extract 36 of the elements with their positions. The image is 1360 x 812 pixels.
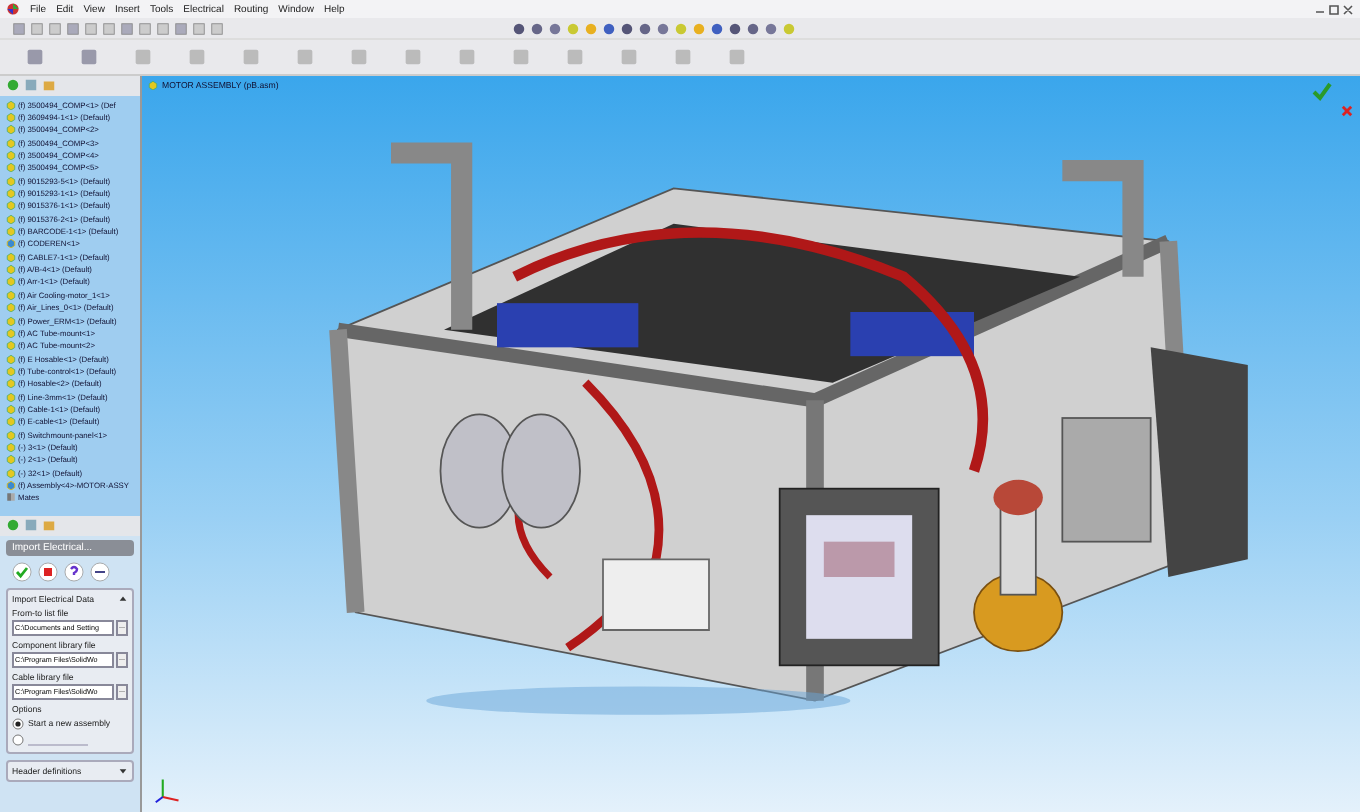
app-logo-icon [6,2,20,16]
help-icon[interactable] [64,562,84,582]
command-icon[interactable] [348,46,370,68]
axis-triad-icon [154,776,182,804]
radio-button[interactable] [12,717,24,729]
configuration-tab-icon[interactable] [42,78,56,92]
configuration-tab-icon[interactable] [42,518,56,532]
assembly-icon [148,80,158,90]
cancel-icon[interactable] [38,562,58,582]
command-icon[interactable] [24,46,46,68]
assembly-icon [6,238,16,249]
command-icon[interactable] [132,46,154,68]
window-controls-icon[interactable] [1314,3,1354,15]
confirm-check-icon[interactable] [1312,82,1332,102]
ok-icon[interactable] [12,562,32,582]
property-tab-icon[interactable] [24,78,38,92]
feature-tree-tab-icon[interactable] [6,518,20,532]
assembly-icon [6,479,16,490]
command-icon[interactable] [510,46,532,68]
command-icon[interactable] [186,46,208,68]
command-icon[interactable] [402,46,424,68]
mates-icon [6,492,16,503]
command-icon[interactable] [78,46,100,68]
command-icon[interactable] [294,46,316,68]
radio-button[interactable] [12,734,24,746]
expand-arrow-icon[interactable] [118,765,128,775]
property-tab-icon[interactable] [24,518,38,532]
cancel-close-icon[interactable] [1340,104,1354,118]
command-icon[interactable] [564,46,586,68]
feature-tree-tab-icon[interactable] [6,78,20,92]
command-icon[interactable] [672,46,694,68]
collapse-arrow-icon[interactable] [118,594,128,604]
command-icon[interactable] [726,46,748,68]
command-icon[interactable] [456,46,478,68]
command-icon[interactable] [618,46,640,68]
command-icon[interactable] [240,46,262,68]
